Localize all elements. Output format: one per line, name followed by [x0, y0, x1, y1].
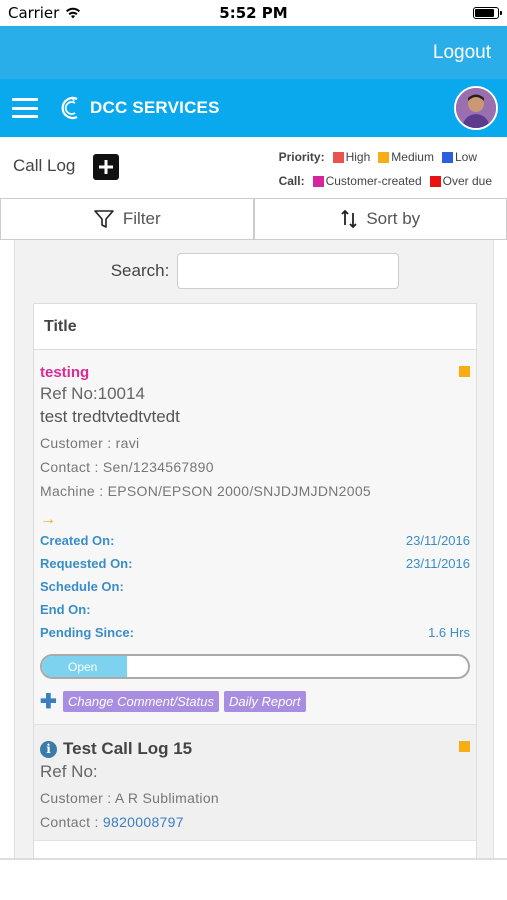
wifi-icon	[66, 7, 81, 19]
user-photo-icon	[456, 88, 496, 128]
daily-report-button[interactable]: Daily Report	[223, 691, 306, 712]
pending-row: Pending Since: 1.6 Hrs	[40, 621, 470, 644]
item-title-text: Test Call Log 15	[63, 739, 193, 758]
pending-label: Pending Since:	[40, 625, 134, 640]
call-log-panel: Search: Title testing Ref No:10014 test …	[14, 240, 494, 858]
toolbar: Filter Sort by	[0, 198, 507, 240]
top-bar: Logout	[0, 26, 507, 79]
sort-button[interactable]: Sort by	[253, 198, 507, 240]
legend-medium: Medium	[378, 150, 434, 164]
legend-medium-label: Medium	[391, 150, 434, 164]
medium-swatch-icon	[378, 151, 390, 163]
high-swatch-icon	[332, 151, 344, 163]
filter-button[interactable]: Filter	[0, 198, 254, 240]
priority-legend-label: Priority:	[278, 150, 325, 164]
requested-label: Requested On:	[40, 556, 133, 571]
status-label: Open	[68, 659, 98, 674]
carrier-label: Carrier	[8, 4, 60, 22]
end-row: End On:	[40, 598, 470, 621]
end-label: End On:	[40, 602, 91, 617]
item-ref: Ref No:10014	[40, 384, 145, 403]
legend-low: Low	[441, 150, 477, 164]
legend-over-due: Over due	[429, 174, 492, 188]
legend-over-due-label: Over due	[442, 174, 492, 188]
page-title: Call Log	[13, 156, 76, 175]
legend-high-label: High	[345, 150, 371, 164]
status-progress-bar: Open	[40, 654, 470, 679]
add-call-log-button[interactable]	[93, 154, 119, 180]
legend-customer-created: Customer-created	[312, 174, 422, 188]
legend: Priority: High Medium Low Call: Customer…	[279, 147, 495, 195]
sort-icon	[341, 209, 357, 229]
plus-icon	[99, 160, 113, 174]
created-label: Created On:	[40, 533, 115, 548]
column-header-title: Title	[34, 304, 476, 350]
created-value: 23/11/2016	[405, 533, 470, 548]
arrow-right-icon: →	[40, 511, 56, 528]
bottom-divider	[0, 858, 507, 860]
low-swatch-icon	[441, 151, 453, 163]
item-title[interactable]: testing	[40, 364, 470, 381]
legend-customer-created-label: Customer-created	[325, 174, 422, 188]
battery-icon	[473, 7, 502, 19]
priority-medium-icon	[459, 741, 470, 752]
legend-low-label: Low	[454, 150, 477, 164]
priority-medium-icon	[459, 366, 470, 377]
legend-high: High	[332, 150, 371, 164]
call-legend: Call: Customer-created Over due	[279, 171, 495, 191]
requested-value: 23/11/2016	[405, 556, 470, 571]
avatar[interactable]	[454, 86, 498, 130]
schedule-row: Schedule On:	[40, 575, 470, 598]
created-row: Created On: 23/11/2016	[40, 529, 470, 552]
search-label: Search:	[110, 261, 170, 280]
requested-row: Requested On: 23/11/2016	[40, 552, 470, 575]
logout-button[interactable]: Logout	[433, 42, 491, 64]
info-icon[interactable]: i	[40, 740, 57, 758]
item-contact: Contact : Sen/1234567890	[40, 459, 214, 475]
filter-icon	[94, 210, 114, 228]
call-log-header: Call Log Priority: High Medium Low Call:…	[0, 137, 507, 198]
change-comment-status-button[interactable]: Change Comment/Status	[63, 691, 219, 712]
sort-label: Sort by	[366, 209, 421, 228]
nav-bar: DCC SERVICES	[0, 79, 507, 137]
brand-name: DCC SERVICES	[90, 98, 220, 117]
schedule-label: Schedule On:	[40, 579, 124, 594]
item-customer: Customer : ravi	[40, 435, 140, 451]
status-progress-fill: Open	[42, 656, 128, 677]
item-actions: ✚ Change Comment/Status Daily Report	[40, 689, 470, 714]
carrier-indicator: Carrier	[8, 4, 81, 22]
call-legend-label: Call:	[278, 174, 305, 188]
over-due-swatch-icon	[429, 175, 441, 187]
item-machine: Machine : EPSON/EPSON 2000/SNJDJMJDN2005	[40, 483, 372, 499]
filter-label: Filter	[122, 209, 161, 228]
contact-phone-link[interactable]: 9820008797	[103, 814, 184, 830]
search-input[interactable]	[177, 253, 400, 289]
pending-value: 1.6 Hrs	[428, 625, 470, 640]
brand: DCC SERVICES	[60, 95, 220, 121]
priority-legend: Priority: High Medium Low	[279, 147, 495, 167]
item-contact-label: Contact :	[40, 814, 103, 830]
item-contact: Contact : 9820008797	[40, 814, 470, 830]
search-row: Search:	[15, 252, 493, 290]
item-description: test tredtvtedtvtedt	[40, 407, 180, 426]
dcc-logo-icon	[61, 96, 78, 120]
customer-created-swatch-icon	[312, 175, 324, 187]
status-bar: Carrier 5:52 PM	[0, 0, 507, 26]
item-title[interactable]: i Test Call Log 15	[40, 739, 470, 759]
list-item[interactable]: testing Ref No:10014 test tredtvtedtvted…	[34, 350, 476, 725]
item-ref: Ref No:	[40, 762, 98, 781]
item-customer: Customer : A R Sublimation	[40, 790, 219, 806]
menu-icon[interactable]	[12, 98, 38, 118]
call-log-list: Title testing Ref No:10014 test tredtvte…	[33, 303, 477, 858]
expand-plus-icon[interactable]: ✚	[40, 689, 58, 714]
list-item[interactable]: i Test Call Log 15 Ref No: Customer : A …	[34, 725, 476, 841]
